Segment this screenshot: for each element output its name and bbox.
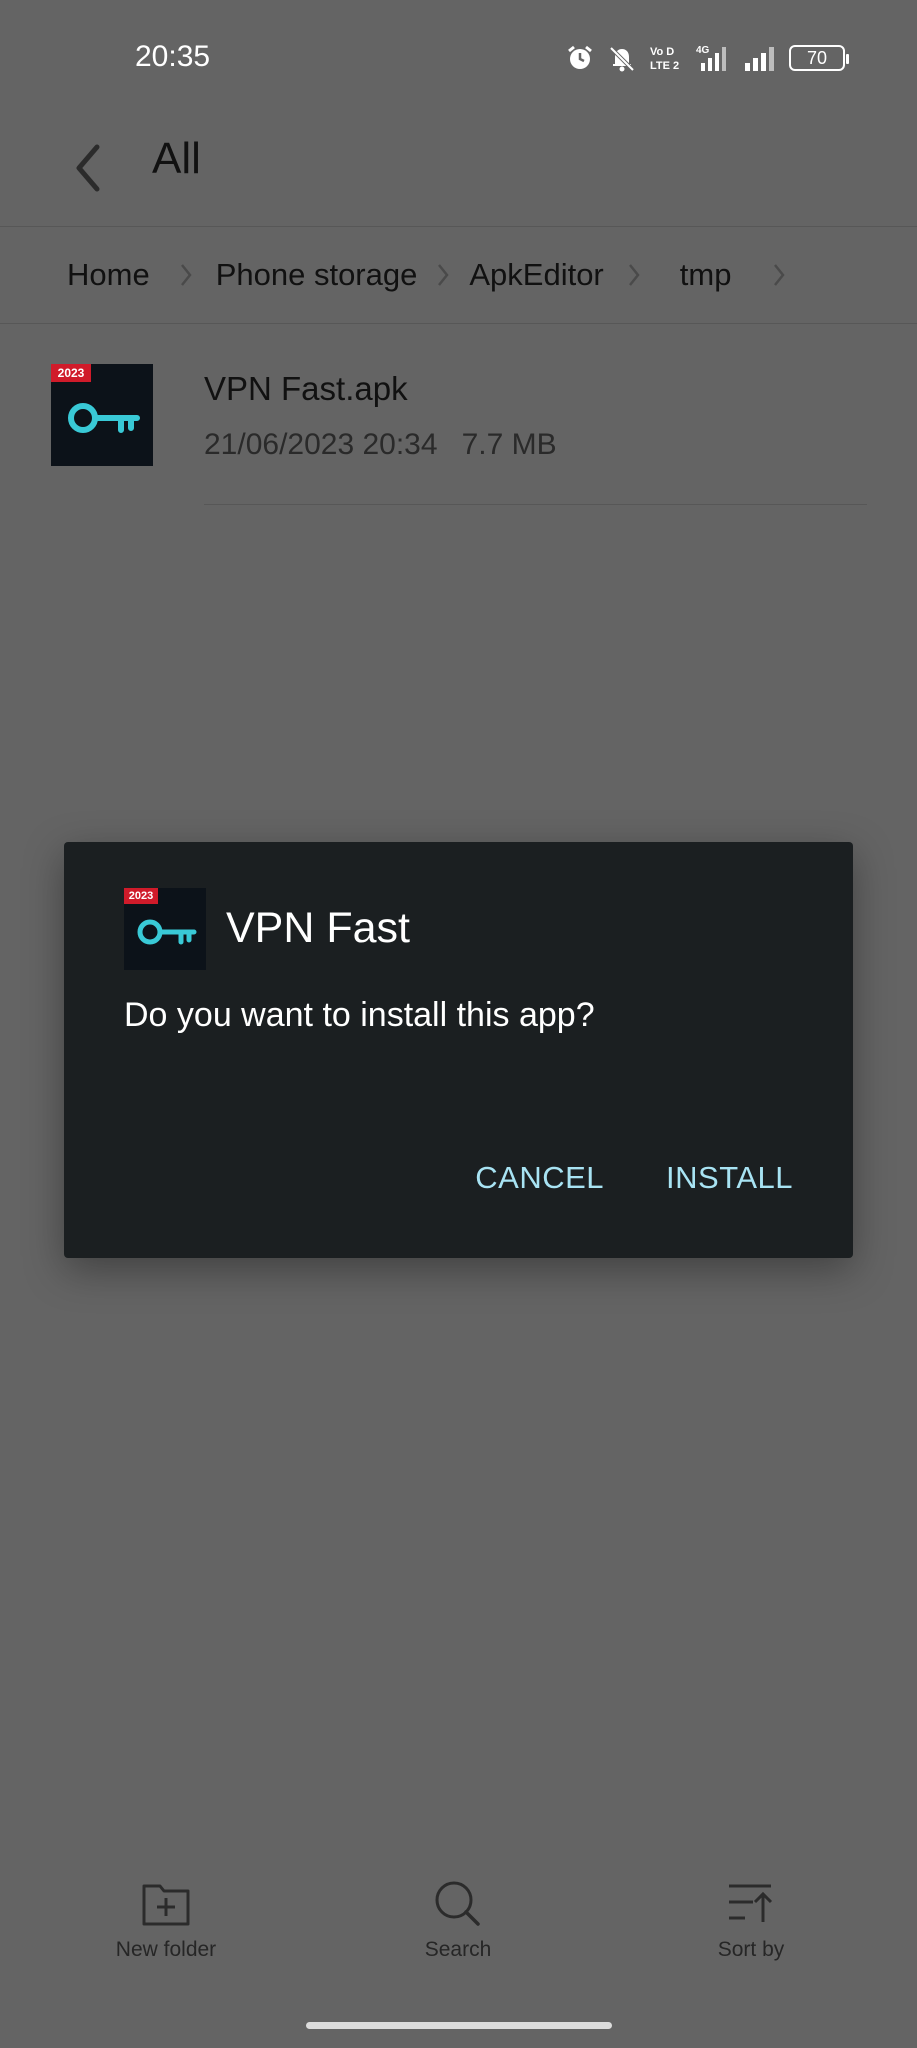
install-dialog: 2023 VPN Fast Do you want to install thi… <box>64 842 853 1258</box>
chevron-right-icon <box>624 260 644 290</box>
file-size: 7.7 MB <box>461 428 557 461</box>
new-folder-label: New folder <box>115 1938 217 1961</box>
volte-icon: Vo D LTE 2 <box>649 43 683 73</box>
sort-icon <box>729 1884 773 1922</box>
file-list-item[interactable]: 2023 VPN Fast.apk 21/06/2023 20:34 7.7 M… <box>0 340 917 510</box>
apk-app-icon: 2023 <box>51 364 153 466</box>
new-folder-icon <box>142 1884 190 1926</box>
chevron-right-icon <box>433 260 453 290</box>
key-icon <box>68 403 140 433</box>
svg-text:LTE 2: LTE 2 <box>650 60 679 72</box>
dialog-title: VPN Fast <box>226 904 410 952</box>
dialog-actions: CANCEL INSTALL <box>475 1160 793 1196</box>
back-arrow-icon <box>76 144 100 192</box>
dialog-message: Do you want to install this app? <box>124 996 595 1034</box>
search-label: Search <box>424 1938 492 1961</box>
file-meta: 21/06/2023 20:34 7.7 MB <box>204 428 557 462</box>
alarm-icon <box>565 43 595 73</box>
app-header: All <box>0 118 917 226</box>
back-button[interactable] <box>58 138 118 198</box>
breadcrumb: Home Phone storage ApkEditor tmp <box>0 227 917 323</box>
status-time: 20:35 <box>135 40 211 73</box>
bell-muted-icon <box>607 43 637 73</box>
svg-text:4G: 4G <box>696 45 710 56</box>
status-bar: 20:35 Vo D LTE 2 4G 70 <box>0 0 917 118</box>
breadcrumb-item-phone-storage[interactable]: Phone storage <box>216 257 418 293</box>
sort-label: Sort by <box>717 1938 785 1961</box>
search-icon <box>435 1881 480 1926</box>
cancel-button[interactable]: CANCEL <box>475 1160 604 1196</box>
dialog-app-icon: 2023 <box>124 888 206 970</box>
chevron-right-icon <box>176 260 196 290</box>
install-button[interactable]: INSTALL <box>666 1160 793 1196</box>
sort-button[interactable]: Sort by <box>651 1880 851 1962</box>
chevron-right-icon <box>769 260 789 290</box>
breadcrumb-item-apkeditor[interactable]: ApkEditor <box>469 257 603 293</box>
list-divider <box>204 504 867 505</box>
battery-level: 70 <box>806 47 828 68</box>
home-indicator[interactable] <box>306 2022 612 2029</box>
status-icons: Vo D LTE 2 4G 70 <box>565 40 849 76</box>
key-icon <box>137 919 197 945</box>
new-folder-button[interactable]: New folder <box>66 1880 266 1962</box>
file-date: 21/06/2023 20:34 <box>204 428 438 461</box>
page-title: All <box>152 134 201 183</box>
signal-icon <box>743 43 777 73</box>
breadcrumb-item-home[interactable]: Home <box>67 257 150 293</box>
bottom-toolbar: New folder Search Sort by <box>0 1860 917 2000</box>
battery-icon: 70 <box>789 45 849 71</box>
file-name: VPN Fast.apk <box>204 370 408 407</box>
breadcrumb-divider <box>0 323 917 324</box>
search-button[interactable]: Search <box>358 1880 558 1962</box>
signal-4g-icon: 4G <box>695 43 731 73</box>
svg-text:Vo D: Vo D <box>650 46 674 58</box>
breadcrumb-item-tmp[interactable]: tmp <box>680 257 732 293</box>
